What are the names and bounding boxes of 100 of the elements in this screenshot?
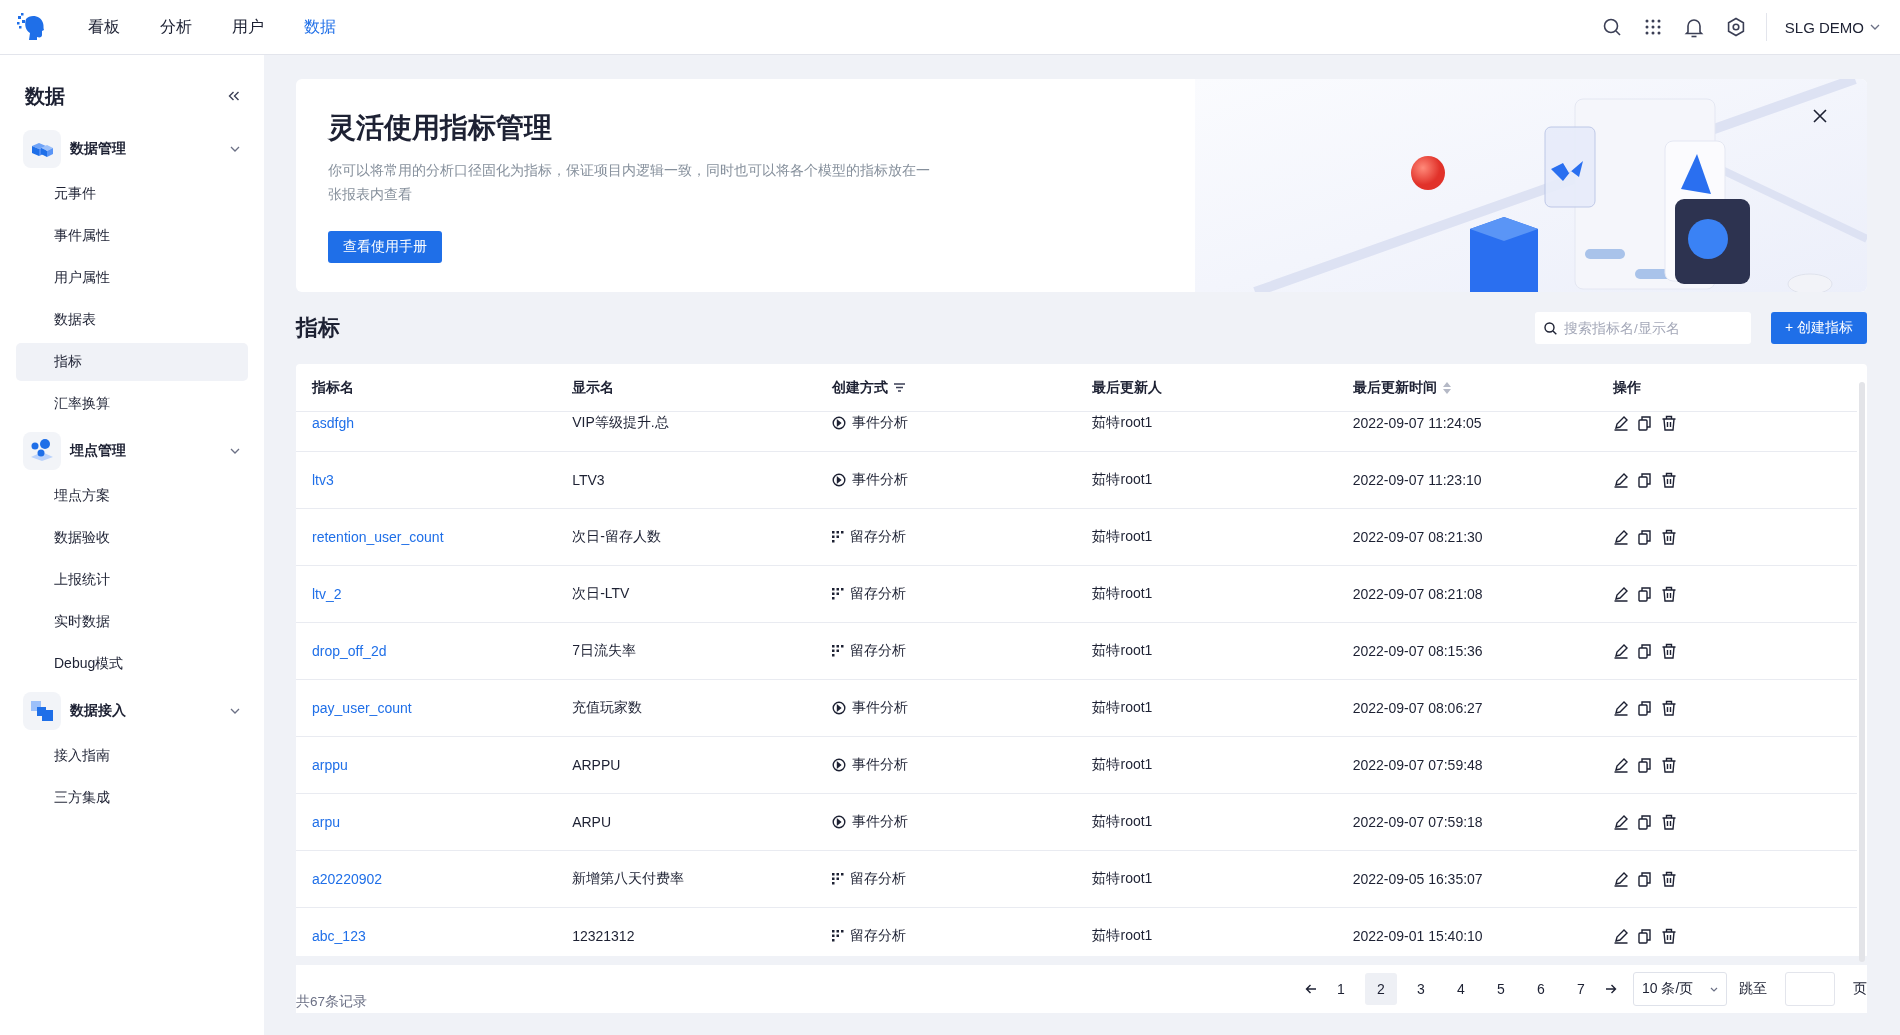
sidebar-item[interactable]: 三方集成: [16, 779, 248, 817]
edit-icon[interactable]: [1612, 529, 1629, 545]
edit-icon[interactable]: [1612, 643, 1629, 659]
page-jump-field[interactable]: [1785, 972, 1835, 1006]
metric-name-link[interactable]: ltv_2: [312, 586, 342, 602]
chevron-icon[interactable]: [230, 144, 240, 154]
metric-name-link[interactable]: asdfgh: [312, 415, 355, 431]
sidebar-item[interactable]: Debug模式: [16, 645, 248, 683]
copy-icon[interactable]: [1636, 814, 1653, 830]
display-name: 12321312: [572, 928, 635, 944]
sidebar-group[interactable]: 埋点管理: [70, 442, 221, 460]
nav-tab[interactable]: 分析: [140, 16, 212, 38]
updater-name: 茹特root1: [1092, 699, 1153, 717]
sidebar-item[interactable]: 指标: [16, 343, 248, 381]
page-number[interactable]: 5: [1485, 973, 1517, 1005]
delete-icon[interactable]: [1660, 643, 1677, 659]
metric-name-link[interactable]: arpu: [312, 814, 341, 830]
column-header: 指标名: [312, 378, 354, 397]
page-size-select[interactable]: 10 条/页: [1633, 972, 1727, 1006]
page-number[interactable]: 2: [1365, 973, 1397, 1005]
sidebar-item[interactable]: 实时数据: [16, 603, 248, 641]
edit-icon[interactable]: [1612, 586, 1629, 602]
delete-icon[interactable]: [1660, 814, 1677, 830]
sidebar-item[interactable]: 数据验收: [16, 519, 248, 557]
next-arrow-icon[interactable]: [1605, 983, 1617, 995]
copy-icon[interactable]: [1636, 700, 1653, 716]
edit-icon[interactable]: [1612, 700, 1629, 716]
bell-icon[interactable]: [1683, 16, 1704, 38]
nav-tab[interactable]: 看板: [68, 16, 140, 38]
scrollbar[interactable]: [1859, 382, 1865, 962]
edit-icon[interactable]: [1612, 415, 1629, 431]
manual-button[interactable]: 查看使用手册: [328, 231, 442, 263]
delete-icon[interactable]: [1660, 472, 1677, 488]
sidebar-item[interactable]: 元事件: [16, 175, 248, 213]
metric-name-link[interactable]: abc_123: [312, 928, 366, 944]
copy-icon[interactable]: [1636, 928, 1653, 944]
close-icon[interactable]: [1813, 109, 1827, 123]
sidebar-group[interactable]: 数据管理: [70, 140, 221, 158]
page-number[interactable]: 1: [1325, 973, 1357, 1005]
page-number[interactable]: 7: [1565, 973, 1597, 1005]
sidebar-item[interactable]: 接入指南: [16, 737, 248, 775]
sidebar-item[interactable]: 用户属性: [16, 259, 248, 297]
copy-icon[interactable]: [1636, 586, 1653, 602]
metric-name-link[interactable]: retention_user_count: [312, 529, 444, 545]
sidebar-item[interactable]: 数据表: [16, 301, 248, 339]
copy-icon[interactable]: [1636, 643, 1653, 659]
create-metric-button[interactable]: + 创建指标: [1770, 312, 1867, 344]
edit-icon[interactable]: [1612, 814, 1629, 830]
workspace-dropdown[interactable]: SLG DEMO: [1784, 18, 1880, 36]
copy-icon[interactable]: [1636, 415, 1653, 431]
logo-icon[interactable]: [16, 13, 46, 41]
delete-icon[interactable]: [1660, 529, 1677, 545]
edit-icon[interactable]: [1612, 928, 1629, 944]
copy-icon[interactable]: [1636, 871, 1653, 887]
column-header: 显示名: [572, 378, 615, 397]
copy-icon[interactable]: [1636, 529, 1653, 545]
page-number[interactable]: 3: [1405, 973, 1437, 1005]
metric-name-link[interactable]: ltv3: [312, 472, 334, 488]
settings-icon[interactable]: [1725, 17, 1746, 37]
previous-arrow-icon[interactable]: [1305, 983, 1317, 995]
nav-tab[interactable]: 数据: [284, 16, 356, 38]
delete-icon[interactable]: [1660, 586, 1677, 602]
page-number[interactable]: 6: [1525, 973, 1557, 1005]
display-name: 充值玩家数: [572, 699, 643, 717]
page-number[interactable]: 4: [1445, 973, 1477, 1005]
delete-icon[interactable]: [1660, 415, 1677, 431]
delete-icon[interactable]: [1660, 871, 1677, 887]
edit-icon[interactable]: [1612, 871, 1629, 887]
delete-icon[interactable]: [1660, 700, 1677, 716]
creation-method: 事件分析: [852, 813, 909, 831]
squares-icon: [23, 692, 61, 730]
edit-icon[interactable]: [1612, 757, 1629, 773]
filter-icon[interactable]: [894, 383, 906, 392]
sidebar-item[interactable]: 事件属性: [16, 217, 248, 255]
sidebar-group[interactable]: 数据接入: [70, 702, 221, 720]
chevron-icon[interactable]: [230, 706, 240, 716]
search-icon[interactable]: [1601, 17, 1622, 37]
display-name: 7日流失率: [572, 642, 636, 660]
metric-name-link[interactable]: a20220902: [312, 871, 383, 887]
sidebar-item[interactable]: 埋点方案: [16, 477, 248, 515]
sidebar-item[interactable]: 上报统计: [16, 561, 248, 599]
section-title: 指标: [296, 314, 341, 342]
collapse-icon[interactable]: [228, 91, 240, 101]
delete-icon[interactable]: [1660, 928, 1677, 944]
sidebar-item[interactable]: 汇率换算: [16, 385, 248, 423]
edit-icon[interactable]: [1612, 472, 1629, 488]
delete-icon[interactable]: [1660, 757, 1677, 773]
nav-tab[interactable]: 用户: [212, 16, 284, 38]
chevron-icon[interactable]: [230, 446, 240, 456]
sidebar-title: 数据: [25, 83, 65, 109]
metric-name-link[interactable]: pay_user_count: [312, 700, 412, 716]
copy-icon[interactable]: [1636, 757, 1653, 773]
search-field[interactable]: 搜索指标名/显示名: [1534, 312, 1751, 344]
creation-method: 事件分析: [852, 756, 909, 774]
copy-icon[interactable]: [1636, 472, 1653, 488]
metric-name-link[interactable]: drop_off_2d: [312, 643, 387, 659]
creation-method: 留存分析: [850, 870, 907, 888]
metric-name-link[interactable]: arppu: [312, 757, 348, 773]
apps-grid-icon[interactable]: [1643, 18, 1662, 36]
update-time: 2022-09-07 07:59:18: [1352, 814, 1483, 830]
